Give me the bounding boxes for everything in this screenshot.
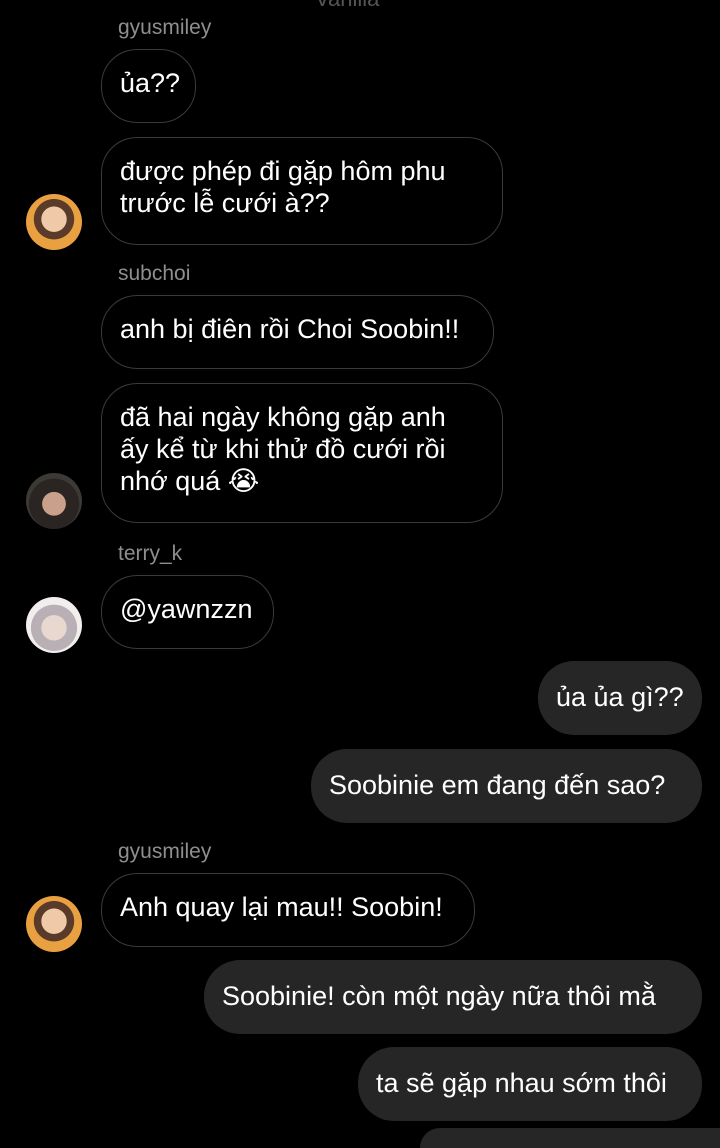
outgoing-message-bubble-partial[interactable]	[420, 1128, 720, 1148]
outgoing-message-bubble[interactable]: Soobinie! còn một ngày nữa thôi mằ	[204, 960, 702, 1034]
sender-username: subchoi	[118, 262, 191, 285]
avatar[interactable]	[26, 194, 82, 250]
avatar[interactable]	[26, 473, 82, 529]
sender-username: gyusmiley	[118, 16, 212, 39]
sender-username: terry_k	[118, 542, 183, 565]
incoming-message-bubble[interactable]: Anh quay lại mau!! Soobin!	[101, 873, 475, 947]
avatar[interactable]	[26, 597, 82, 653]
avatar[interactable]	[26, 896, 82, 952]
outgoing-message-bubble[interactable]: ủa ủa gì??	[538, 661, 702, 735]
outgoing-message-bubble[interactable]: ta sẽ gặp nhau sớm thôi	[358, 1047, 702, 1121]
incoming-message-bubble[interactable]: ủa??	[101, 49, 196, 123]
outgoing-message-bubble[interactable]: Soobinie em đang đến sao?	[311, 749, 702, 823]
incoming-message-bubble[interactable]: được phép đi gặp hôm phu trước lễ cưới à…	[101, 137, 503, 245]
header-title-partial: Vanilla	[315, 0, 379, 12]
sender-username: gyusmiley	[118, 840, 212, 863]
incoming-message-bubble[interactable]: @yawnzzn	[101, 575, 274, 649]
incoming-message-bubble[interactable]: anh bị điên rồi Choi Soobin!!	[101, 295, 494, 369]
incoming-message-bubble[interactable]: đã hai ngày không gặp anh ấy kể từ khi t…	[101, 383, 503, 523]
